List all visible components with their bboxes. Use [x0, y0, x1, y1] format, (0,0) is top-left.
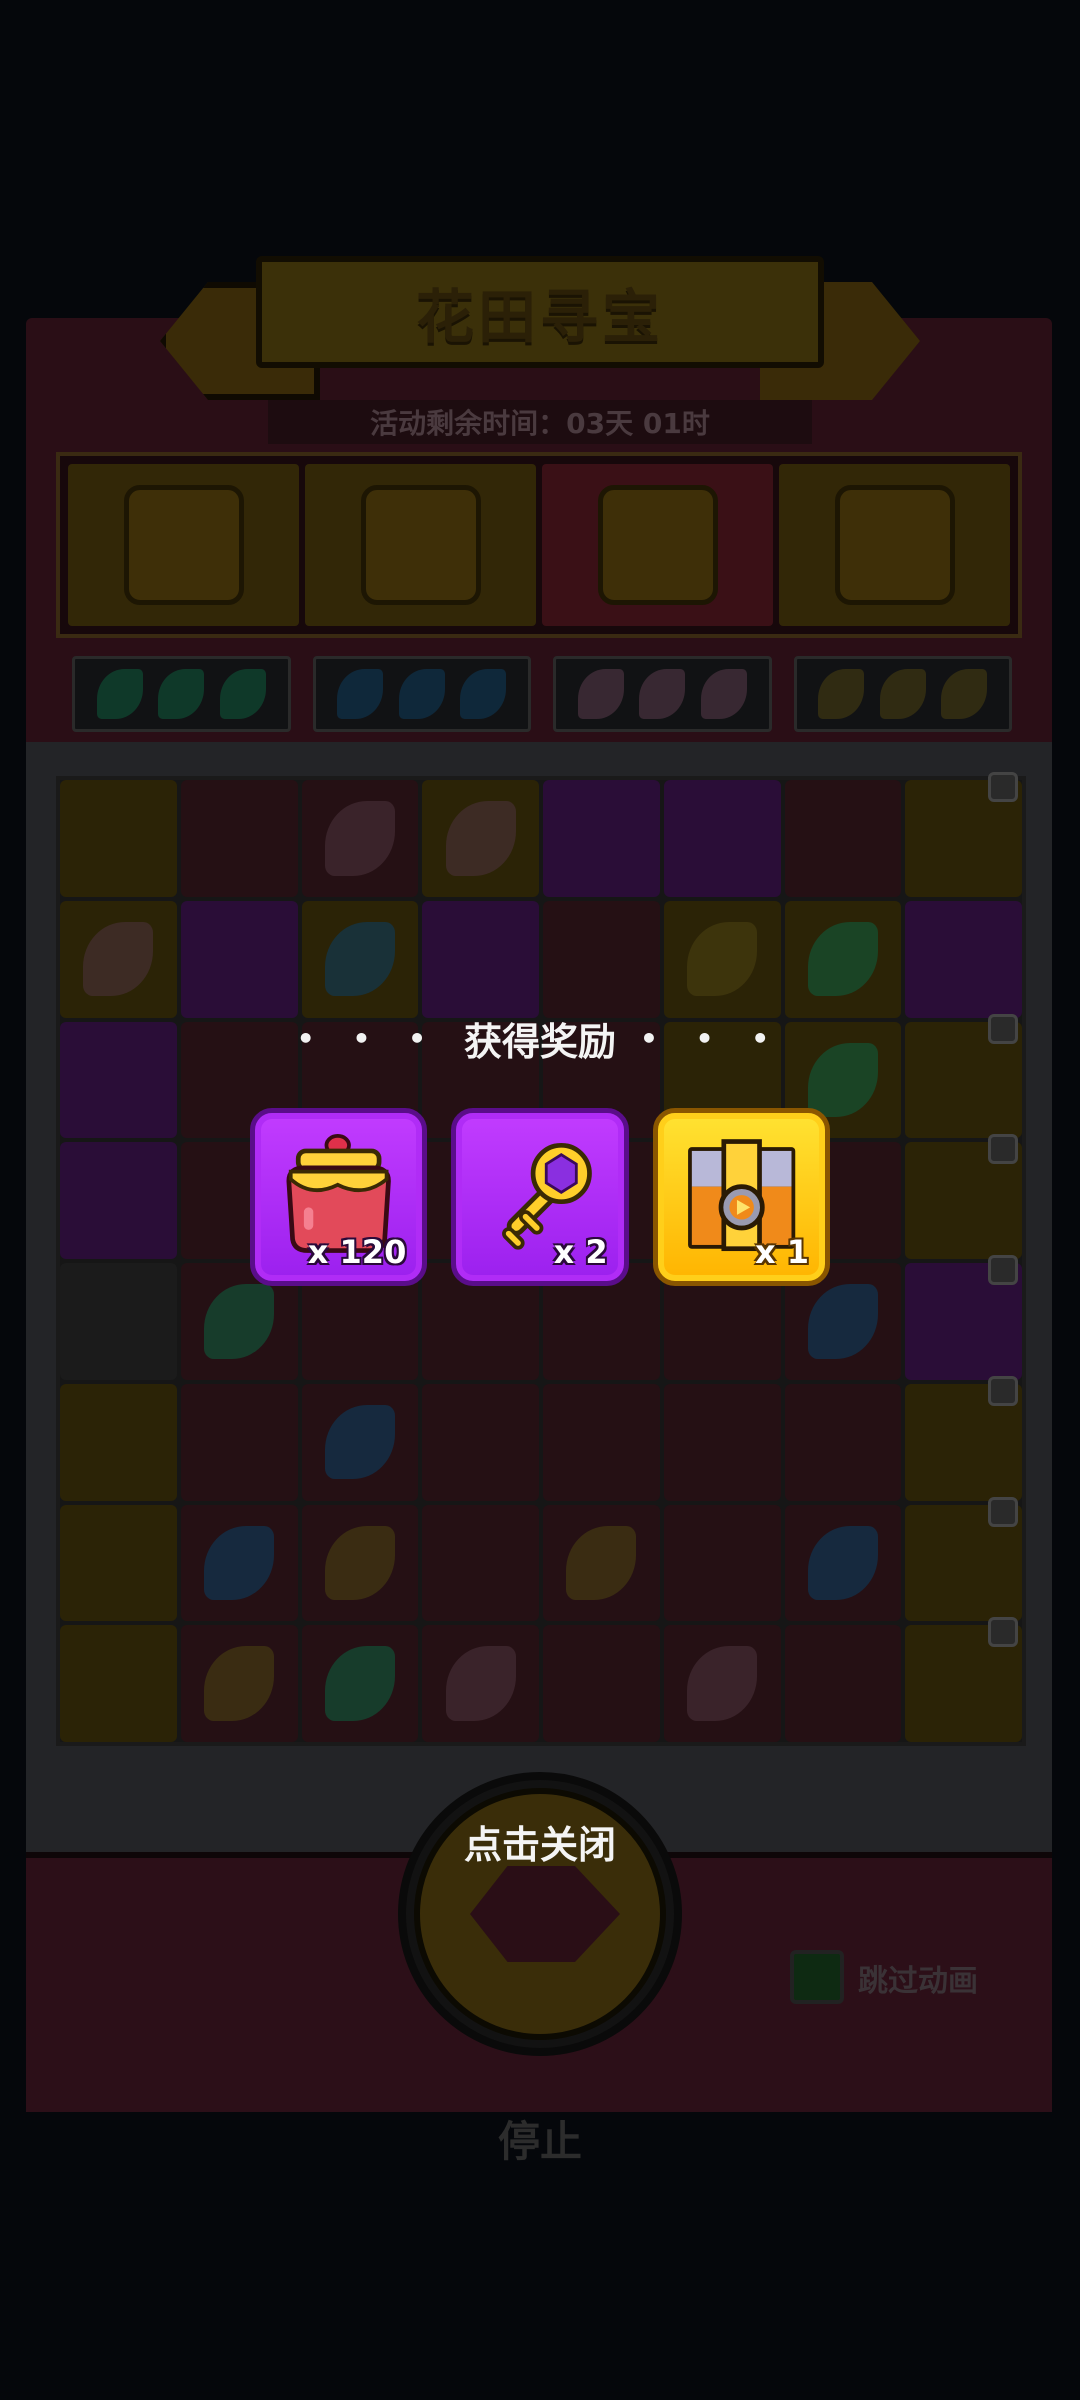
reward-header: • • • 获得奖励 • • • [0, 1008, 1080, 1068]
reward-purple-key[interactable]: x 2 [451, 1108, 629, 1286]
reward-list: x 120 x 2 x 1 [250, 1108, 830, 1288]
reward-count: x 1 [754, 1233, 809, 1271]
screen: 花田寻宝 活动剩余时间：03天 01时 跳过动画 停止 • • • 获得奖励 •… [0, 0, 1080, 2400]
reward-count: x 120 [307, 1233, 407, 1271]
tap-to-close[interactable]: 点击关闭 [0, 1814, 1080, 1869]
reward-treasure-chest[interactable]: x 1 [652, 1108, 830, 1286]
reward-overlay[interactable]: • • • 获得奖励 • • • x 120 x 2 x 1 点击关闭 [0, 0, 1080, 2400]
dots-right: • • • [640, 1021, 784, 1055]
reward-count: x 2 [553, 1233, 608, 1271]
reward-title: 获得奖励 [463, 1019, 616, 1064]
dots-left: • • • [296, 1021, 440, 1055]
reward-honey-pot[interactable]: x 120 [250, 1108, 428, 1286]
